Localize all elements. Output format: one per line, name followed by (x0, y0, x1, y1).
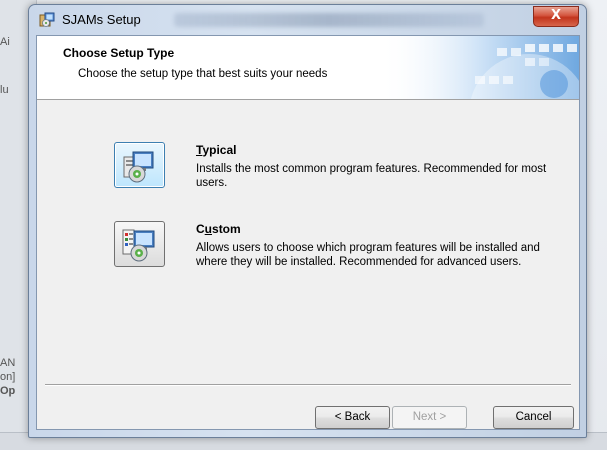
setup-window: SJAMs Setup X Choose Setup Type Choose t… (28, 4, 587, 438)
custom-setup-icon (122, 229, 155, 262)
typical-option-title: Typical (196, 143, 237, 157)
close-button[interactable]: X (533, 6, 579, 27)
background-text: on] (0, 371, 16, 383)
background-text: Op (0, 385, 16, 397)
titlebar-blurred-background (174, 13, 484, 27)
banner-graphic (379, 36, 579, 99)
custom-accelerator: u (204, 222, 213, 236)
next-button[interactable]: Next > (392, 406, 467, 429)
title-bar[interactable]: SJAMs Setup X (29, 5, 586, 35)
custom-option-description: Allows users to choose which program fea… (196, 242, 540, 268)
typical-setup-button[interactable] (114, 142, 165, 188)
dialog-client-area: Choose Setup Type Choose the setup type … (36, 35, 580, 430)
background-text: Ai (0, 36, 10, 48)
window-title: SJAMs Setup (62, 12, 141, 27)
header-banner: Choose Setup Type Choose the setup type … (37, 36, 579, 100)
typical-setup-icon (123, 151, 154, 183)
custom-option-title: Custom (196, 222, 241, 236)
background-text: lu (0, 84, 9, 96)
typical-option-description: Installs the most common program feature… (196, 163, 547, 189)
close-icon: X (550, 8, 562, 23)
back-button[interactable]: < Back (315, 406, 390, 429)
background-text: AN (0, 357, 16, 369)
custom-setup-button[interactable] (114, 221, 165, 267)
cancel-button[interactable]: Cancel (493, 406, 574, 429)
page-title: Choose Setup Type (63, 46, 175, 60)
footer-separator (45, 384, 571, 386)
installer-icon (39, 12, 55, 27)
page-subtitle: Choose the setup type that best suits yo… (78, 68, 328, 80)
